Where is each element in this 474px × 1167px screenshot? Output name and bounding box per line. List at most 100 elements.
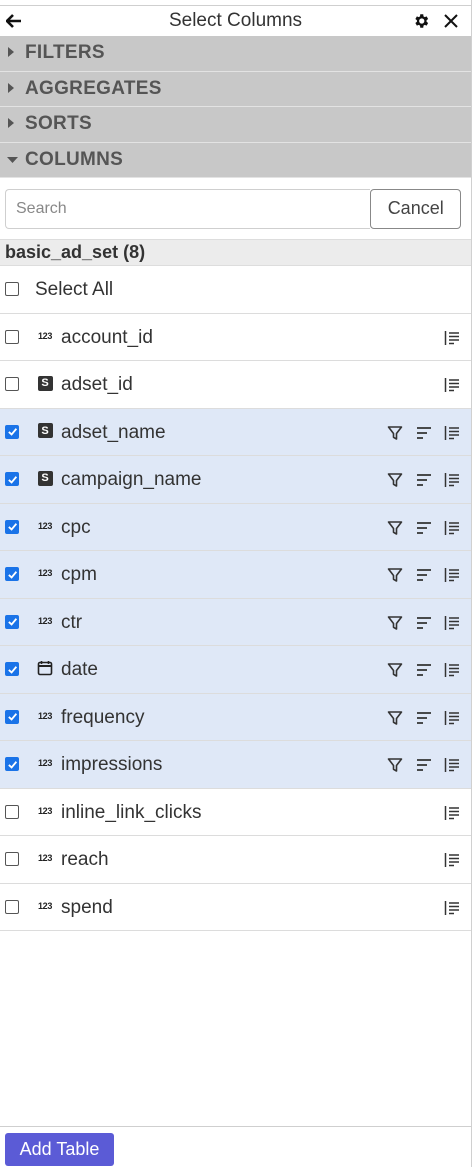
- column-row-inline-link-clicks[interactable]: 123 inline_link_clicks: [0, 788, 471, 836]
- string-type-icon: S: [36, 470, 54, 486]
- sort-icon[interactable]: [414, 613, 434, 633]
- number-type-glyph: 123: [37, 758, 53, 768]
- select-all-row[interactable]: Select All: [0, 266, 471, 314]
- checkbox-checked[interactable]: [5, 662, 19, 676]
- caret-right-icon: [7, 117, 21, 131]
- select-all-label: Select All: [35, 279, 114, 300]
- column-row-reach[interactable]: 123 reach: [0, 836, 471, 884]
- checkbox-checked[interactable]: [5, 472, 19, 486]
- column-details-icon[interactable]: [442, 613, 462, 633]
- filter-icon[interactable]: [385, 565, 405, 585]
- panel-title: Select Columns: [168, 10, 303, 31]
- gear-icon[interactable]: [411, 11, 431, 31]
- sort-icon[interactable]: [414, 565, 434, 585]
- select-all-checkbox[interactable]: [5, 282, 19, 296]
- checkbox-unchecked[interactable]: [5, 329, 19, 344]
- caret-down-icon: [7, 153, 21, 167]
- sort-icon[interactable]: [414, 660, 434, 680]
- column-details-icon[interactable]: [442, 660, 462, 680]
- column-name: inline_link_clicks: [61, 801, 202, 823]
- checkbox-unchecked[interactable]: [5, 804, 19, 819]
- column-name: campaign_name: [61, 469, 202, 490]
- column-details-icon[interactable]: [442, 375, 462, 395]
- column-details-icon[interactable]: [442, 755, 462, 775]
- filter-icon[interactable]: [385, 755, 405, 775]
- section-label: AGGREGATES: [25, 77, 162, 99]
- column-name: adset_id: [61, 374, 133, 395]
- column-row-date[interactable]: date: [0, 646, 471, 694]
- checkbox-unchecked[interactable]: [5, 899, 19, 914]
- section-aggregates[interactable]: AGGREGATES: [0, 71, 471, 107]
- table-group-header: basic_ad_set (8): [0, 239, 471, 266]
- column-row-impressions[interactable]: 123 impressions: [0, 741, 471, 789]
- checkbox-checked[interactable]: [5, 757, 19, 771]
- column-details-icon[interactable]: [442, 803, 462, 823]
- number-type-glyph: 123: [37, 520, 53, 531]
- column-row-adset-id[interactable]: Sadset_id: [0, 361, 471, 409]
- section-filters[interactable]: FILTERS: [0, 36, 471, 72]
- column-details-icon[interactable]: [442, 850, 462, 870]
- add-table-button[interactable]: Add Table: [5, 1133, 114, 1166]
- section-columns[interactable]: COLUMNS: [0, 142, 471, 178]
- sort-icon[interactable]: [414, 708, 434, 728]
- filter-icon[interactable]: [385, 613, 405, 633]
- column-name: cpm: [61, 564, 97, 585]
- number-type-icon: 123: [36, 328, 54, 344]
- column-details-icon[interactable]: [442, 470, 462, 490]
- checkbox-unchecked[interactable]: [5, 377, 19, 391]
- column-details-icon[interactable]: [442, 708, 462, 728]
- checkbox-unchecked[interactable]: [5, 852, 19, 866]
- caret-right-icon: [7, 46, 21, 60]
- checkbox-checked[interactable]: [5, 519, 19, 534]
- column-details-icon[interactable]: [442, 518, 462, 538]
- filter-icon[interactable]: [385, 660, 405, 680]
- sort-icon[interactable]: [414, 470, 434, 490]
- column-name: account_id: [61, 326, 153, 348]
- column-row-ctr[interactable]: 123 ctr: [0, 598, 471, 646]
- column-details-icon[interactable]: [442, 898, 462, 918]
- column-details-icon[interactable]: [442, 565, 462, 585]
- cancel-button[interactable]: Cancel: [370, 188, 461, 229]
- close-icon[interactable]: [441, 9, 461, 33]
- section-label: FILTERS: [25, 42, 105, 64]
- number-type-icon: 123: [36, 755, 54, 771]
- sort-icon[interactable]: [414, 423, 434, 443]
- section-sorts[interactable]: SORTS: [0, 107, 471, 143]
- number-type-icon: 123: [36, 898, 54, 914]
- panel-header: Select Columns: [0, 6, 471, 36]
- checkbox-checked[interactable]: [5, 567, 19, 581]
- checkbox-checked[interactable]: [5, 709, 19, 724]
- number-type-glyph: 123: [37, 615, 53, 626]
- column-name: reach: [61, 849, 109, 870]
- calendar-icon: [36, 660, 54, 676]
- column-row-adset-name[interactable]: Sadset_name: [0, 408, 471, 456]
- filter-icon[interactable]: [385, 470, 405, 490]
- footer: Add Table: [0, 1126, 472, 1167]
- filter-icon[interactable]: [385, 708, 405, 728]
- sort-icon[interactable]: [414, 755, 434, 775]
- column-row-cpc[interactable]: 123 cpc: [0, 503, 471, 551]
- column-row-frequency[interactable]: 123 frequency: [0, 693, 471, 741]
- filter-icon[interactable]: [385, 423, 405, 443]
- string-type-icon: S: [36, 423, 54, 439]
- checkbox-checked[interactable]: [5, 614, 19, 629]
- column-row-campaign-name[interactable]: Scampaign_name: [0, 456, 471, 504]
- column-row-account-id[interactable]: 123 account_id: [0, 313, 471, 361]
- column-details-icon[interactable]: [442, 423, 462, 443]
- filter-icon[interactable]: [385, 518, 405, 538]
- string-type-icon: S: [36, 375, 54, 391]
- back-arrow-icon[interactable]: [4, 11, 24, 31]
- string-type-glyph: S: [37, 470, 53, 486]
- string-type-glyph: S: [37, 423, 53, 438]
- column-name: cpc: [61, 516, 91, 538]
- column-row-cpm[interactable]: 123 cpm: [0, 551, 471, 599]
- caret-right-icon: [7, 82, 21, 96]
- search-input[interactable]: [5, 188, 371, 229]
- number-type-glyph: 123: [37, 568, 53, 578]
- number-type-glyph: 123: [37, 805, 53, 816]
- column-details-icon[interactable]: [442, 328, 462, 348]
- checkbox-checked[interactable]: [5, 424, 19, 439]
- column-name: spend: [61, 896, 113, 918]
- column-row-spend[interactable]: 123 spend: [0, 883, 471, 931]
- sort-icon[interactable]: [414, 518, 434, 538]
